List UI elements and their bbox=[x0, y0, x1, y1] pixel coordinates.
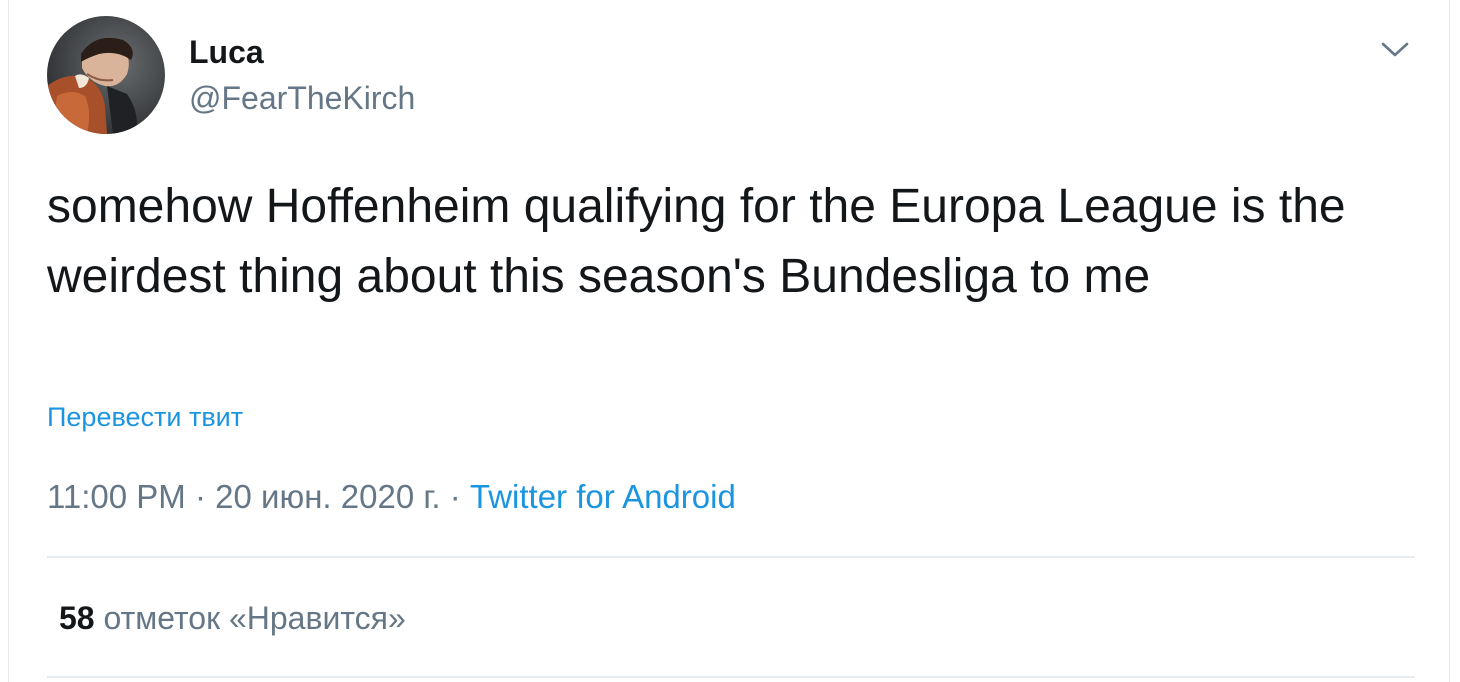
likes-stat[interactable]: 58 отметок «Нравится» bbox=[59, 598, 406, 638]
chevron-down-icon bbox=[1381, 42, 1409, 57]
likes-count: 58 bbox=[59, 600, 95, 636]
divider bbox=[47, 676, 1415, 678]
user-name[interactable]: Luca bbox=[189, 32, 264, 72]
tweet-source-link[interactable]: Twitter for Android bbox=[470, 478, 736, 515]
avatar[interactable] bbox=[47, 16, 165, 134]
tweet-menu-button[interactable] bbox=[1377, 32, 1413, 68]
tweet-date[interactable]: 20 июн. 2020 г. bbox=[215, 478, 440, 515]
user-handle[interactable]: @FearTheKirch bbox=[189, 78, 415, 118]
meta-separator: · bbox=[185, 478, 216, 515]
divider bbox=[47, 556, 1415, 558]
tweet-time[interactable]: 11:00 PM bbox=[47, 478, 186, 515]
meta-separator: · bbox=[440, 478, 470, 515]
translate-tweet-link[interactable]: Перевести твит bbox=[47, 400, 243, 434]
likes-label: отметок «Нравится» bbox=[103, 600, 406, 636]
tweet-meta: 11:00 PM · 20 июн. 2020 г. · Twitter for… bbox=[47, 476, 736, 518]
tweet-card: Luca @FearTheKirch somehow Hoffenheim qu… bbox=[8, 0, 1450, 682]
avatar-image bbox=[47, 16, 165, 134]
tweet-text: somehow Hoffenheim qualifying for the Eu… bbox=[47, 180, 1346, 303]
